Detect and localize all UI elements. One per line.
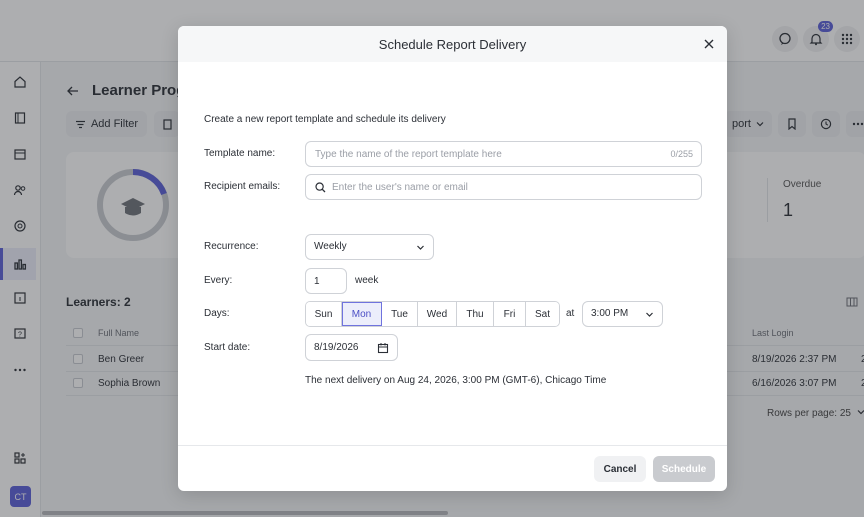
start-date-value: 8/19/2026 xyxy=(314,342,359,353)
at-label: at xyxy=(566,308,575,319)
schedule-button[interactable]: Schedule xyxy=(653,456,715,482)
next-delivery-text: The next delivery on Aug 24, 2026, 3:00 … xyxy=(305,375,607,386)
calendar-icon[interactable] xyxy=(377,342,389,354)
dialog-header: Schedule Report Delivery xyxy=(178,26,727,62)
recurrence-value: Weekly xyxy=(314,241,347,252)
search-icon xyxy=(315,182,326,193)
day-tue[interactable]: Tue xyxy=(382,302,418,326)
day-wed[interactable]: Wed xyxy=(418,302,457,326)
day-sun[interactable]: Sun xyxy=(306,302,342,326)
every-input[interactable] xyxy=(314,269,338,293)
template-name-input[interactable] xyxy=(315,142,651,166)
chevron-down-icon xyxy=(417,245,424,250)
start-date-field[interactable]: 8/19/2026 xyxy=(305,334,398,361)
dialog-intro: Create a new report template and schedul… xyxy=(204,114,446,125)
cancel-button[interactable]: Cancel xyxy=(594,456,646,482)
dialog-title: Schedule Report Delivery xyxy=(378,37,527,52)
recipient-emails-label: Recipient emails: xyxy=(204,181,281,192)
days-selector: Sun Mon Tue Wed Thu Fri Sat xyxy=(305,301,560,327)
recipient-emails-field[interactable] xyxy=(305,174,702,200)
every-unit: week xyxy=(355,275,379,286)
time-select[interactable]: 3:00 PM xyxy=(582,301,663,327)
days-label: Days: xyxy=(204,308,230,319)
recurrence-label: Recurrence: xyxy=(204,241,259,252)
every-label: Every: xyxy=(204,275,233,286)
day-mon[interactable]: Mon xyxy=(342,302,382,326)
dialog-footer-divider xyxy=(178,445,727,446)
chevron-down-icon xyxy=(646,312,653,317)
every-field[interactable] xyxy=(305,268,347,294)
template-name-label: Template name: xyxy=(204,148,276,159)
schedule-report-dialog: Schedule Report Delivery Create a new re… xyxy=(178,26,727,491)
day-thu[interactable]: Thu xyxy=(457,302,494,326)
time-value: 3:00 PM xyxy=(591,308,629,319)
recurrence-select[interactable]: Weekly xyxy=(305,234,434,260)
close-icon xyxy=(704,39,714,49)
template-name-counter: 0/255 xyxy=(670,149,693,159)
start-date-label: Start date: xyxy=(204,342,251,353)
close-button[interactable] xyxy=(701,36,717,52)
day-sat[interactable]: Sat xyxy=(526,302,559,326)
recipient-emails-input[interactable] xyxy=(332,175,692,199)
template-name-field[interactable]: 0/255 xyxy=(305,141,702,167)
day-fri[interactable]: Fri xyxy=(494,302,526,326)
